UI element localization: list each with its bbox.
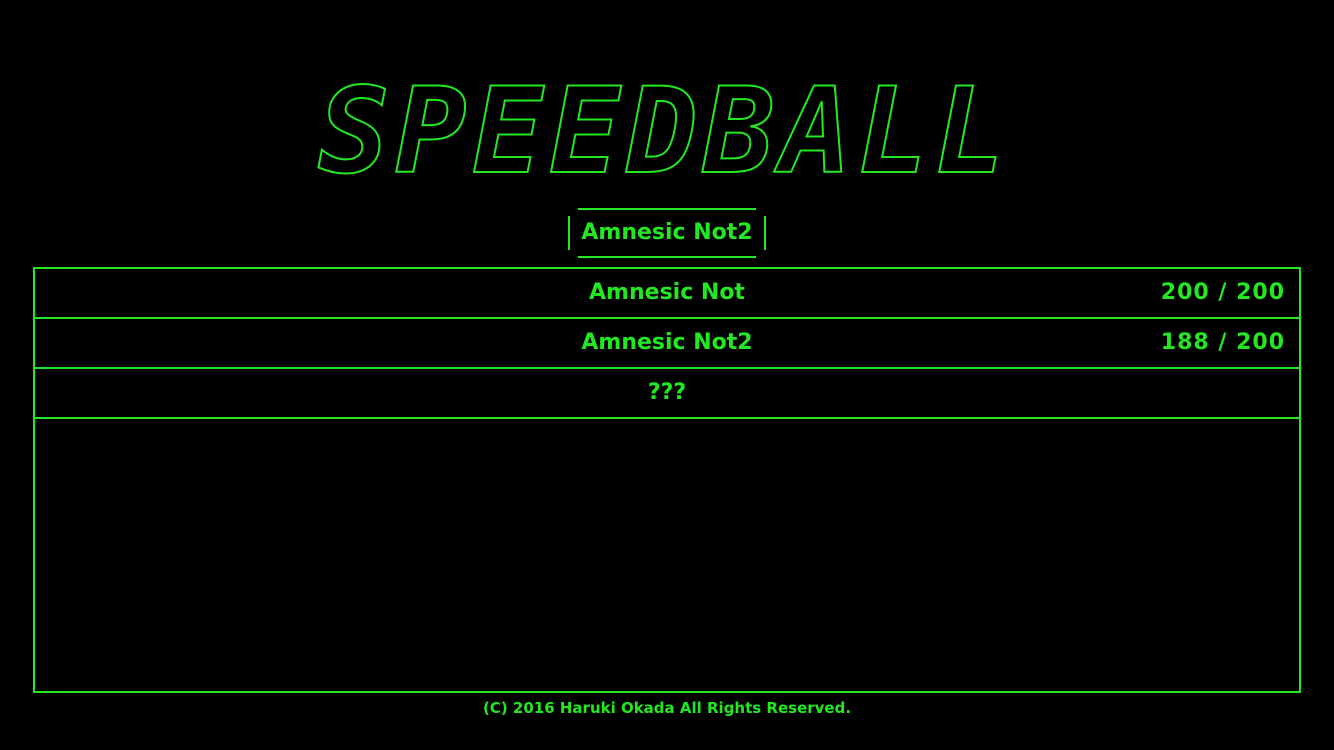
stage-row[interactable]: Amnesic Not2 188 / 200: [35, 319, 1299, 369]
game-logo-text: SPEEDBALL: [318, 62, 1011, 190]
stage-list-panel: Amnesic Not 200 / 200 Amnesic Not2 188 /…: [33, 267, 1301, 693]
copyright-footer: (C) 2016 Haruki Okada All Rights Reserve…: [482, 699, 852, 717]
stage-name: Amnesic Not: [589, 280, 745, 305]
selected-box-right-bar: [764, 216, 766, 250]
selected-stage-label: Amnesic Not2: [581, 220, 753, 245]
game-logo-graphic: SPEEDBALL: [317, 61, 1011, 190]
stage-score: 200 / 200: [1160, 280, 1285, 305]
selected-stage-box: Amnesic Not2: [568, 208, 766, 258]
stage-name: Amnesic Not2: [581, 330, 753, 355]
stage-name: ???: [647, 380, 687, 405]
stage-score: 188 / 200: [1160, 330, 1285, 355]
selected-box-top-line: [578, 208, 756, 210]
stage-row[interactable]: Amnesic Not 200 / 200: [35, 269, 1299, 319]
selected-box-bottom-line: [578, 256, 756, 258]
stage-row-locked[interactable]: ???: [35, 369, 1299, 419]
game-logo: SPEEDBALL: [255, 60, 1075, 190]
